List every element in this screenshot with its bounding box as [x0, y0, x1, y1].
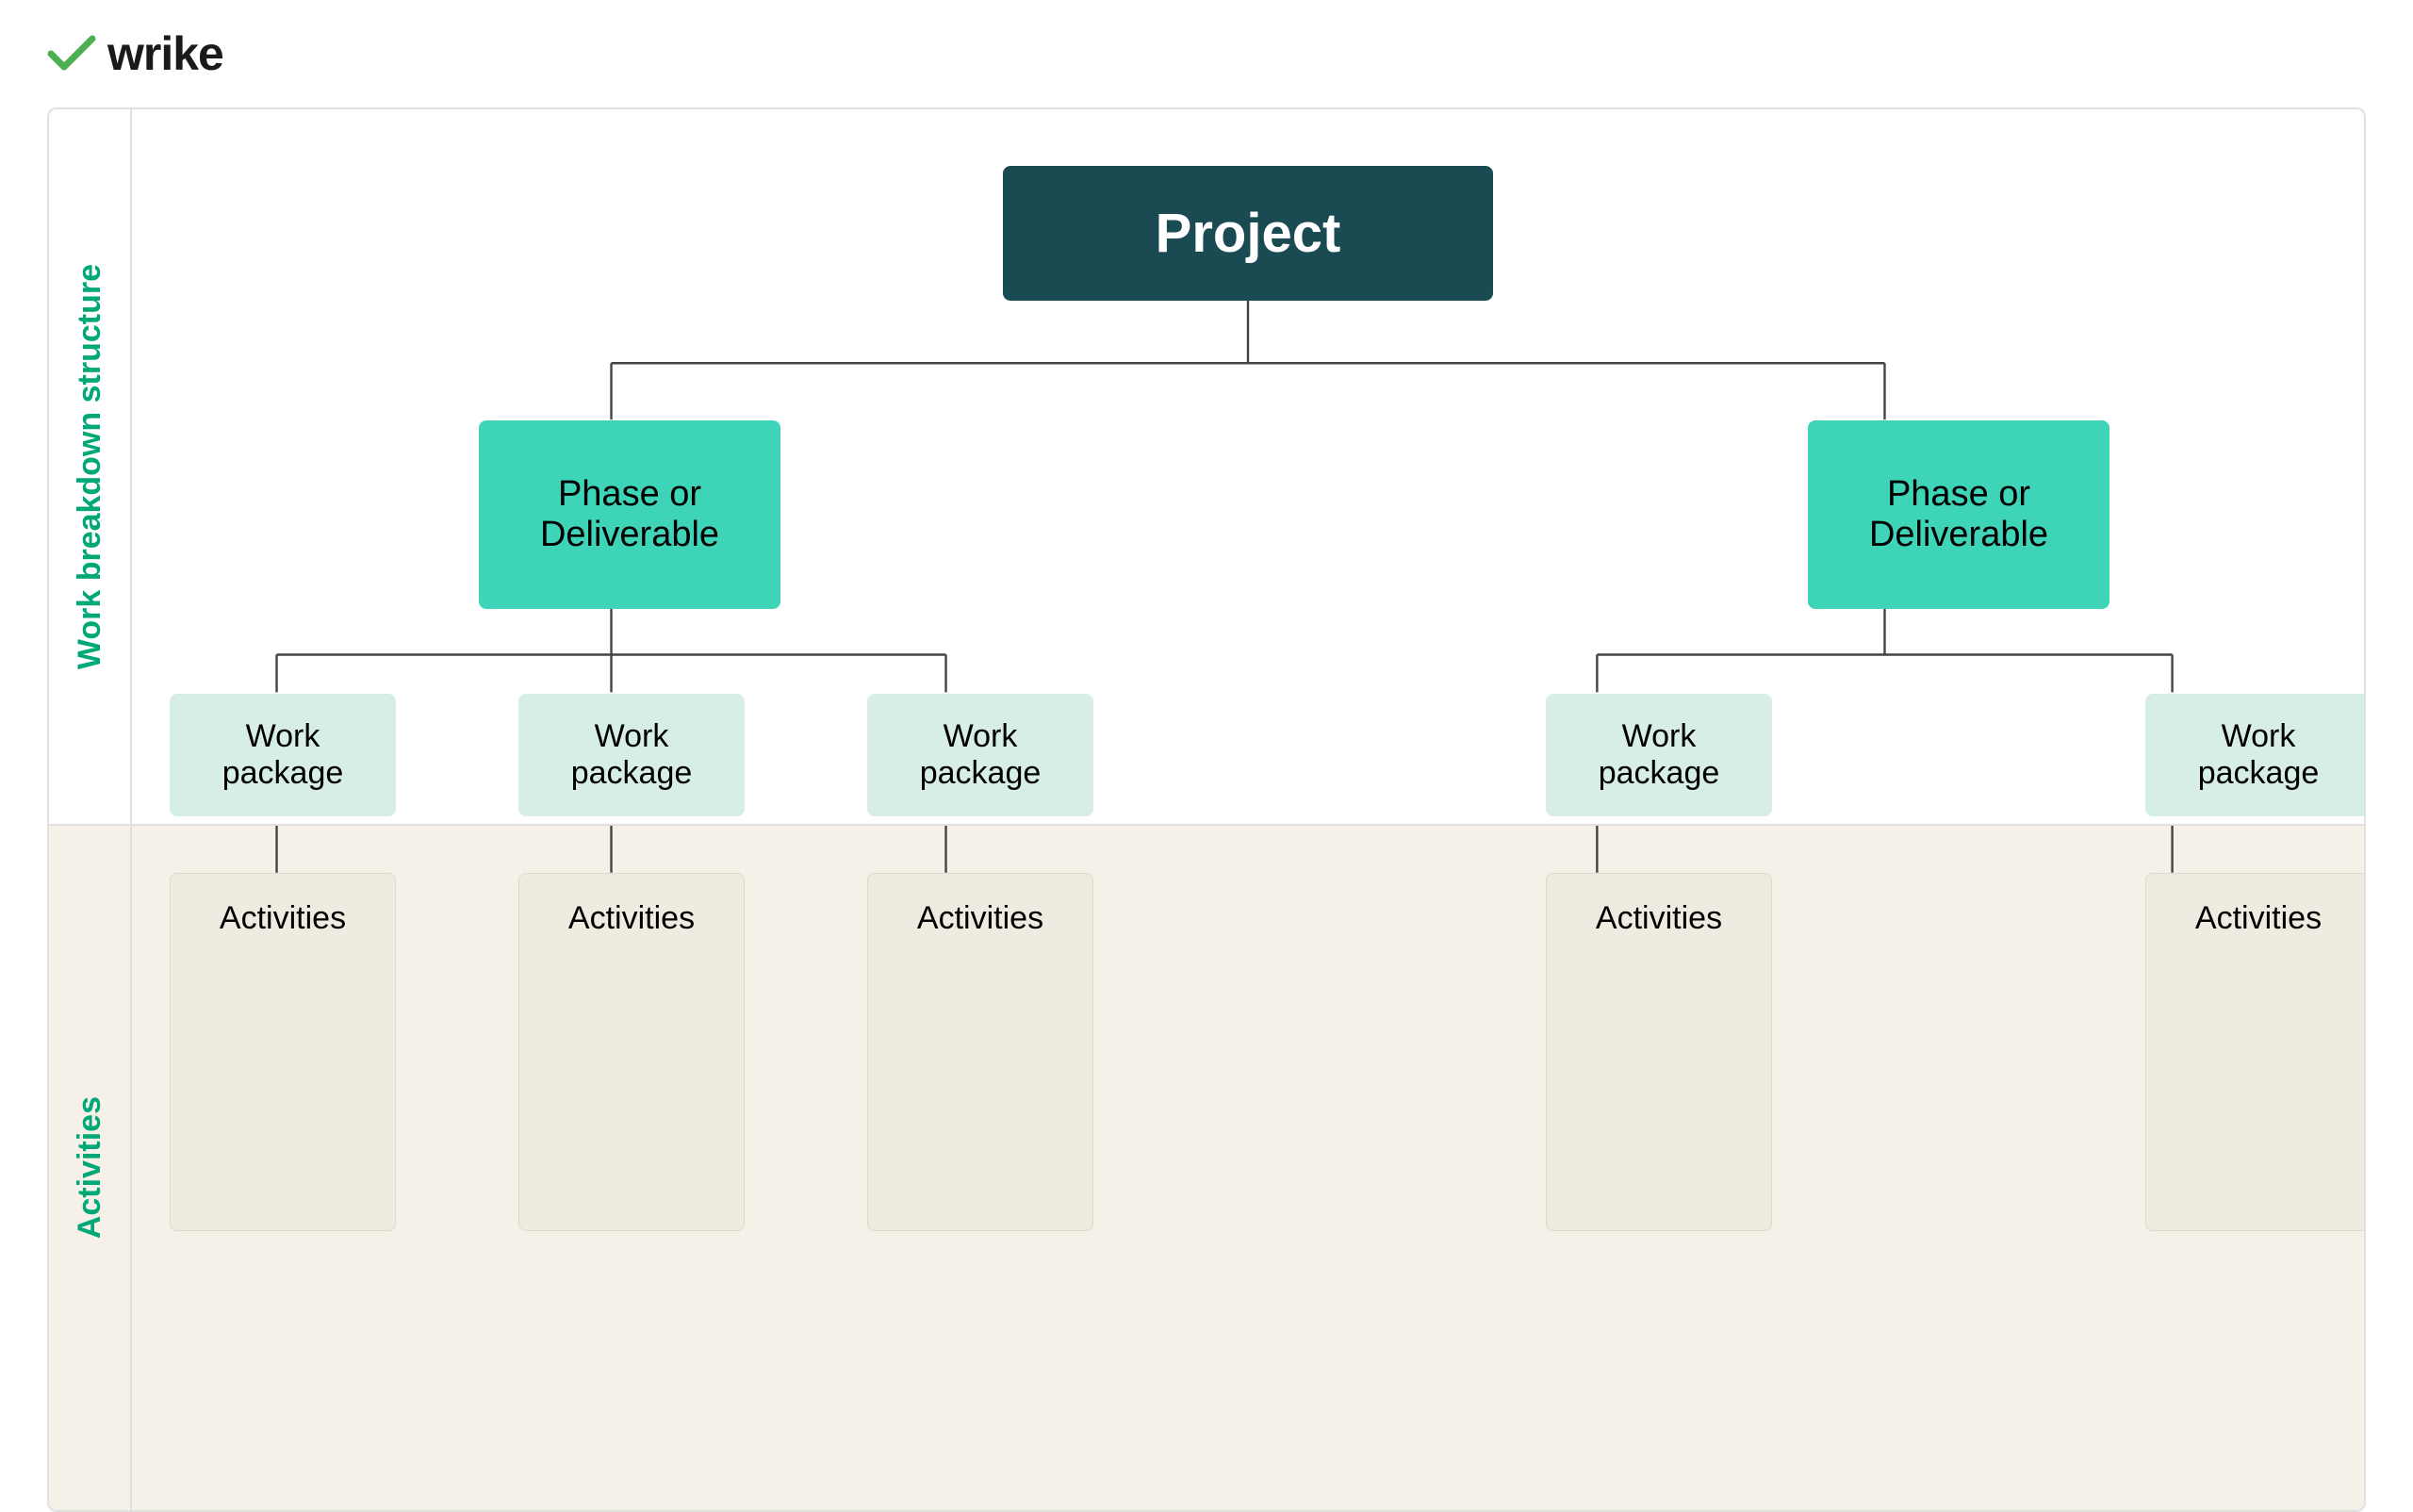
main-container: Work breakdown structure Activities: [47, 107, 2366, 1512]
sidebar: Work breakdown structure Activities: [49, 109, 132, 1510]
phase-node-2: Phase or Deliverable: [1808, 420, 2109, 609]
phase-node-1: Phase or Deliverable: [479, 420, 780, 609]
activities-node-4: Activities: [1546, 873, 1772, 1231]
wrike-logo: wrike: [47, 26, 223, 81]
activities-node-1: Activities: [170, 873, 396, 1231]
activities-section: Activities Activities Activities Activit…: [132, 826, 2364, 1510]
page: wrike Work breakdown structure Activitie…: [0, 0, 2413, 1502]
diagram-area: Project Phase or Deliverable Phase or De…: [132, 109, 2364, 1510]
sidebar-wbs: Work breakdown structure: [49, 109, 130, 826]
project-node: Project: [1003, 166, 1493, 301]
activities-node-2: Activities: [518, 873, 745, 1231]
wbs-label: Work breakdown structure: [72, 264, 108, 669]
header: wrike: [0, 0, 2413, 107]
work-package-node-4: Work package: [1546, 694, 1772, 816]
sidebar-activities: Activities: [49, 826, 130, 1510]
wrike-checkmark-icon: [47, 35, 96, 73]
wrike-brand-name: wrike: [107, 26, 223, 81]
work-package-node-2: Work package: [518, 694, 745, 816]
work-package-node-5: Work package: [2145, 694, 2366, 816]
activities-node-5: Activities: [2145, 873, 2366, 1231]
work-package-node-3: Work package: [867, 694, 1093, 816]
work-package-node-1: Work package: [170, 694, 396, 816]
wbs-section: Project Phase or Deliverable Phase or De…: [132, 109, 2364, 826]
activities-node-3: Activities: [867, 873, 1093, 1231]
activities-connectors-svg: [132, 826, 2364, 1510]
activities-label: Activities: [72, 1096, 108, 1239]
